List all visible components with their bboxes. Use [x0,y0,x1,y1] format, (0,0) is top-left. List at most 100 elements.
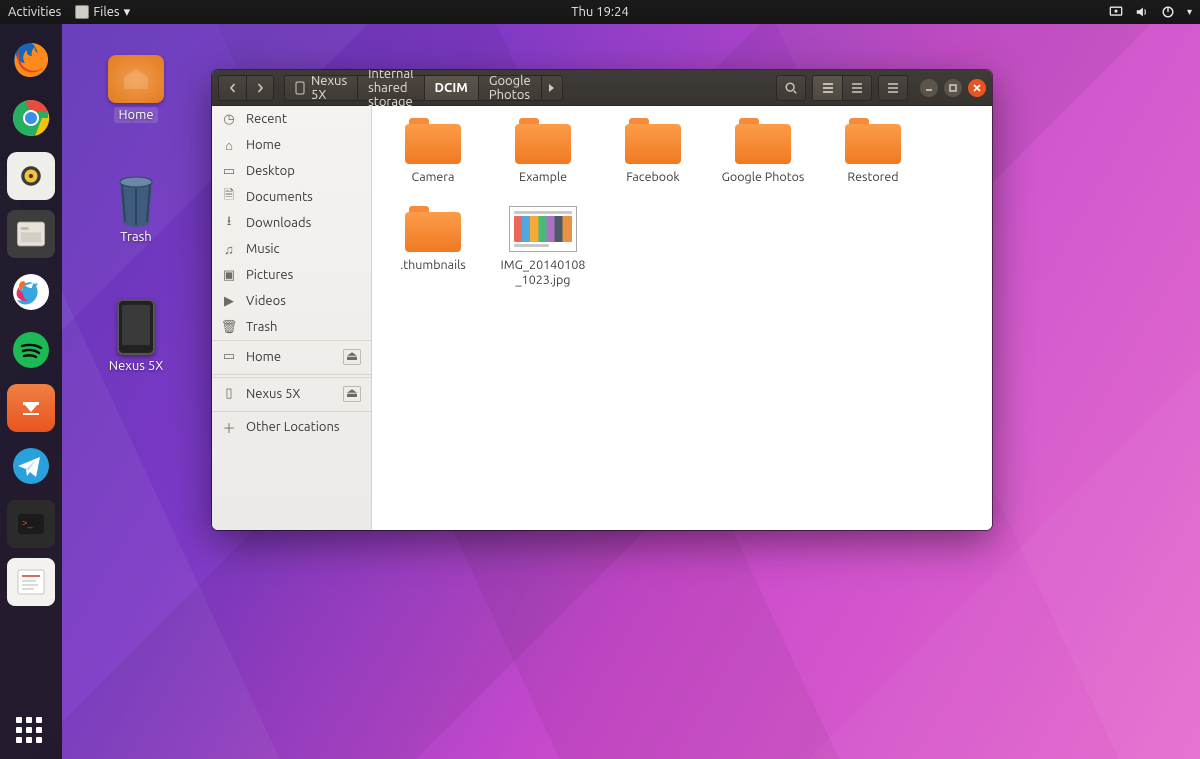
screen-icon[interactable] [1109,5,1123,19]
view-menu-button[interactable] [842,75,872,101]
maximize-button[interactable] [944,79,962,97]
sidebar: ◷Recent ⌂Home ▭Desktop 🗎 Documents ⭳ Downl… [212,106,372,530]
chevron-down-icon[interactable]: ▾ [1187,6,1192,18]
path-more[interactable] [542,75,563,101]
app-menu[interactable]: Files ▾ [75,5,130,20]
minimize-button[interactable] [920,79,938,97]
folder-camera[interactable]: Camera [390,118,476,186]
desktop-trash-label: Trash [120,230,151,244]
dock-files[interactable] [7,210,55,258]
forward-button[interactable] [246,75,274,101]
folder-label: .thumbnails [400,258,466,274]
sidebar-label: Home [246,138,281,152]
dock-software[interactable] [7,384,55,432]
activities-button[interactable]: Activities [8,5,61,19]
folder-icon [405,206,461,252]
dock-spotify[interactable] [7,326,55,374]
folder-label: Restored [847,170,898,186]
sidebar-label: Documents [246,190,313,204]
svg-text:>_: >_ [22,517,33,528]
sidebar-label: Other Locations [246,420,340,434]
picture-icon: ▣ [222,268,236,283]
sidebar-label: Downloads [246,216,311,230]
eject-button[interactable]: ⏏ [343,386,361,402]
dock-telegram[interactable] [7,442,55,490]
clock-icon: ◷ [222,112,236,127]
sidebar-label: Trash [246,320,277,334]
folder-thumbnails[interactable]: .thumbnails [390,206,476,289]
desktop-phone[interactable]: Nexus 5X [100,299,172,373]
folder-restored[interactable]: Restored [830,118,916,186]
folder-label: Example [519,170,567,186]
folder-facebook[interactable]: Facebook [610,118,696,186]
search-button[interactable] [776,75,806,101]
desktop-home[interactable]: Home [100,55,172,123]
back-button[interactable] [218,75,246,101]
top-bar: Activities Files ▾ Thu 19:24 ▾ [0,0,1200,24]
volume-icon[interactable] [1135,5,1149,19]
list-view-button[interactable] [812,75,842,101]
eject-button[interactable]: ⏏ [343,349,361,365]
desktop-trash[interactable]: Trash [100,178,172,244]
sidebar-item-documents[interactable]: 🗎 Documents [212,184,371,210]
titlebar[interactable]: Nexus 5X Internal shared storage DCIM Go… [212,70,992,106]
folder-google-photos[interactable]: Google Photos [720,118,806,186]
trash-icon [108,178,164,226]
download-icon: ⭳ [222,212,236,234]
sidebar-item-pictures[interactable]: ▣Pictures [212,262,371,288]
clock[interactable]: Thu 19:24 [571,5,629,19]
sidebar-item-home-drive[interactable]: ▭ Home ⏏ [212,340,371,372]
folder-example[interactable]: Example [500,118,586,186]
power-icon[interactable] [1161,5,1175,19]
files-icon [75,5,89,19]
folder-label: Facebook [626,170,679,186]
view-buttons [812,75,872,101]
trash-icon: 🗑 [222,320,236,335]
path-device[interactable]: Nexus 5X [284,75,358,101]
image-thumbnail [509,206,577,252]
sidebar-item-desktop[interactable]: ▭Desktop [212,158,371,184]
dock-terminal[interactable]: >_ [7,500,55,548]
path-dcim[interactable]: DCIM [425,75,479,101]
sidebar-item-trash[interactable]: 🗑 Trash [212,314,371,340]
sidebar-label: Music [246,242,280,256]
sidebar-item-music[interactable]: ♫ Music [212,236,371,262]
app-menu-label: Files [93,5,119,19]
music-icon: ♫ [222,242,236,257]
path-storage[interactable]: Internal shared storage [358,75,424,101]
folder-icon [405,118,461,164]
sidebar-label: Home [246,350,281,364]
document-icon: 🗎 [222,186,236,208]
dock-firefox[interactable] [7,36,55,84]
dock: >_ [0,24,62,759]
dock-chrome[interactable] [7,94,55,142]
sidebar-item-recent[interactable]: ◷Recent [212,106,371,132]
video-icon: ▶ [222,294,236,309]
hamburger-button[interactable] [878,75,908,101]
file-img[interactable]: IMG_20140108_1023.jpg [500,206,586,289]
sidebar-item-home[interactable]: ⌂Home [212,132,371,158]
sidebar-label: Videos [246,294,286,308]
sidebar-item-nexus[interactable]: ▯Nexus 5X⏏ [212,377,371,409]
folder-label: Camera [412,170,455,186]
sidebar-item-downloads[interactable]: ⭳ Downloads [212,210,371,236]
dock-todo[interactable] [7,558,55,606]
dock-rhythmbox[interactable] [7,152,55,200]
sidebar-label: Nexus 5X [246,387,300,401]
dock-corebird[interactable] [7,268,55,316]
sidebar-item-other[interactable]: ＋Other Locations [212,414,371,440]
chevron-down-icon: ▾ [124,5,131,20]
path-gphotos[interactable]: Google Photos [479,75,542,101]
nav-buttons [218,75,274,101]
drive-icon: ▭ [222,349,236,364]
path-device-label: Nexus 5X [311,74,347,102]
sidebar-item-videos[interactable]: ▶ Videos [212,288,371,314]
path-dcim-label: DCIM [435,81,468,95]
show-applications[interactable] [16,717,42,743]
desktop-phone-label: Nexus 5X [109,359,163,373]
sidebar-separator [212,374,371,375]
desktop-icon: ▭ [222,164,236,179]
close-button[interactable] [968,79,986,97]
content-area[interactable]: Camera Example Facebook Google Photos Re… [372,106,992,530]
path-storage-label: Internal shared storage [368,70,413,109]
